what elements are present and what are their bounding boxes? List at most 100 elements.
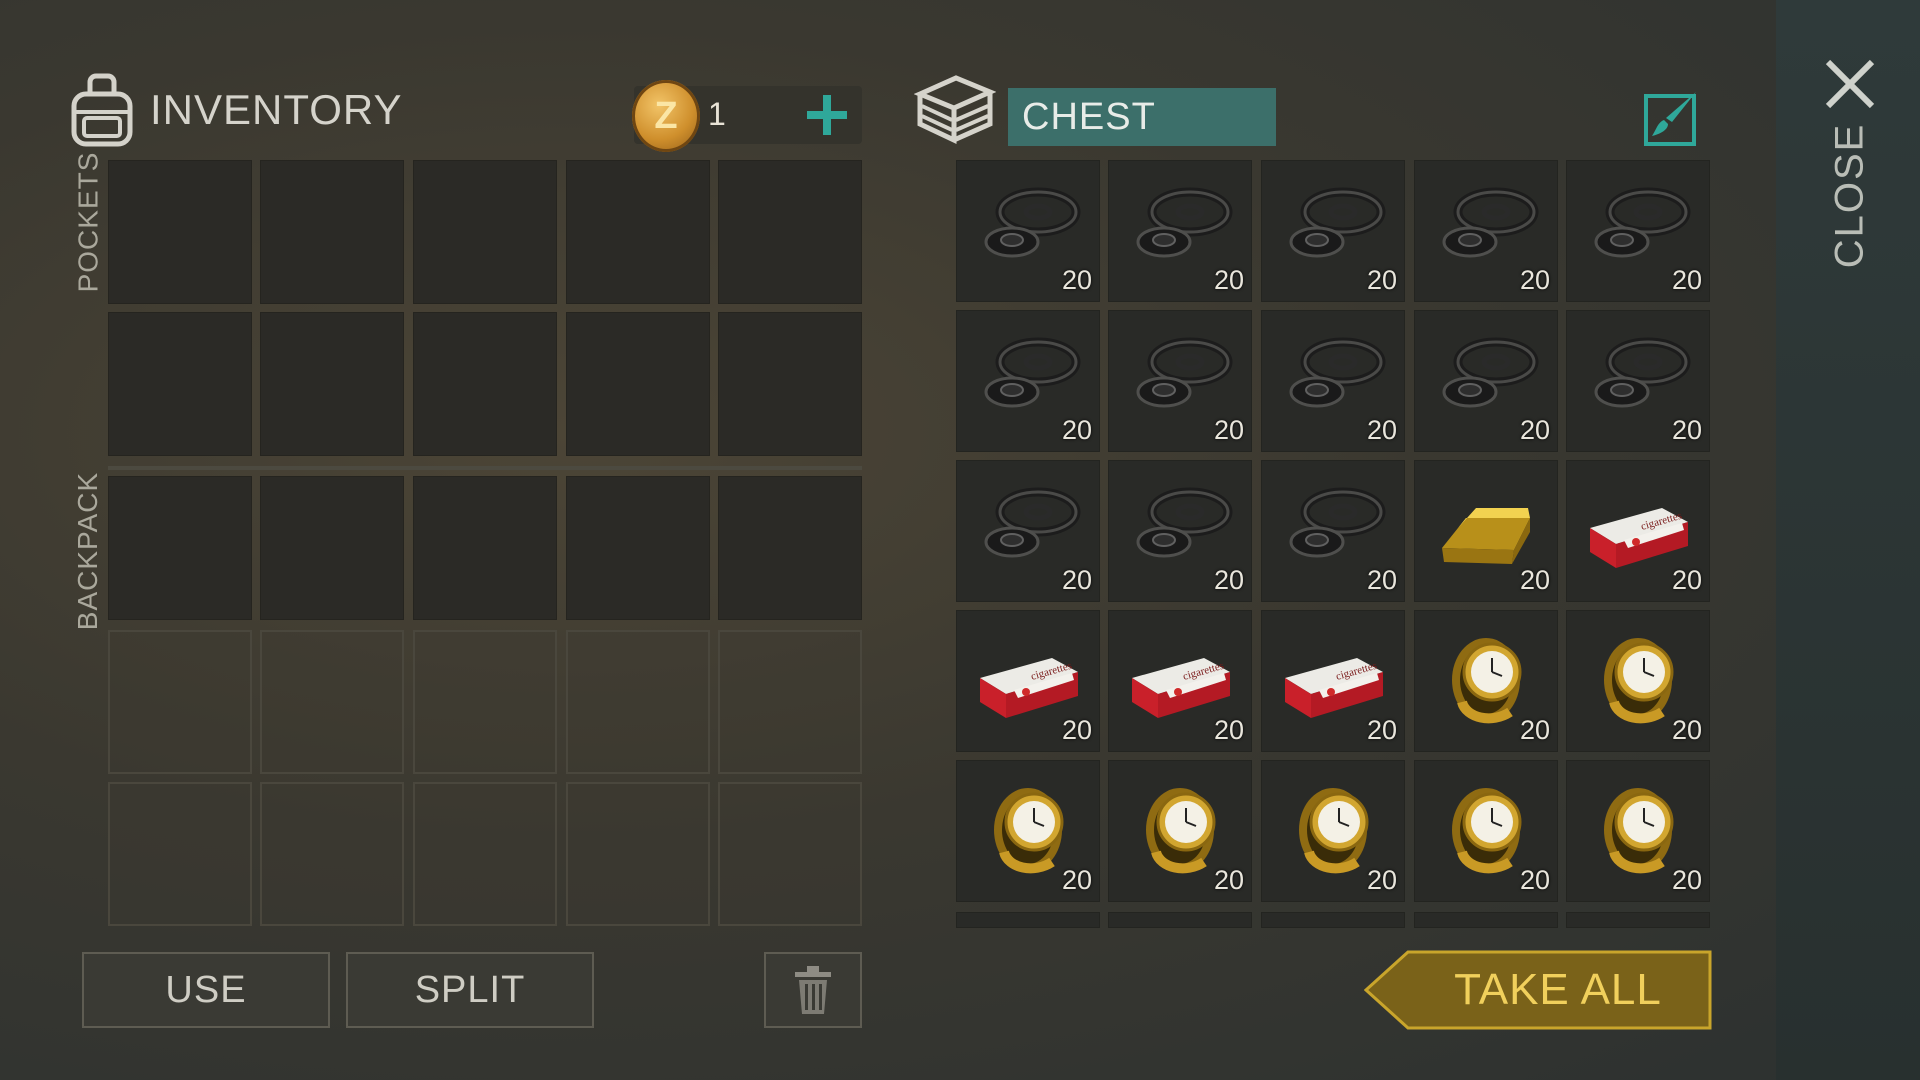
chest-slot[interactable]: 20 [1108, 760, 1252, 902]
pocket-slot[interactable] [108, 312, 252, 456]
tire-icon [974, 178, 1082, 278]
chest-slot[interactable]: 20 [1414, 310, 1558, 452]
gold-watch-icon [1584, 628, 1692, 728]
use-button[interactable]: USE [82, 952, 330, 1028]
gold-watch-icon [974, 778, 1082, 878]
split-button[interactable]: SPLIT [346, 952, 594, 1028]
item-quantity: 20 [1061, 565, 1092, 595]
chest-name-field[interactable]: CHEST [1008, 88, 1276, 146]
chest-slot[interactable]: 20 [1108, 310, 1252, 452]
pocket-slot[interactable] [718, 160, 862, 304]
brush-edit-icon[interactable] [1642, 88, 1702, 148]
chest-slot[interactable]: 20 [1261, 760, 1405, 902]
item-quantity: 20 [1366, 865, 1397, 895]
chest-slot[interactable]: 20 [1566, 310, 1710, 452]
item-quantity: 20 [1519, 415, 1550, 445]
tire-icon [1279, 328, 1387, 428]
item-quantity: 20 [1671, 715, 1702, 745]
tire-icon [1279, 478, 1387, 578]
inventory-title: INVENTORY [150, 86, 403, 133]
pocket-slot[interactable] [718, 312, 862, 456]
cigarettes-icon: cigarettes [1279, 628, 1387, 728]
item-quantity: 20 [1671, 265, 1702, 295]
chest-slot[interactable]: 20 [1261, 460, 1405, 602]
chest-slot[interactable]: 20 [956, 160, 1100, 302]
tire-icon [1126, 328, 1234, 428]
chest-slot-partial [1261, 912, 1405, 928]
pockets-label: POCKETS [72, 151, 103, 293]
gold-watch-icon [1279, 778, 1387, 878]
item-quantity: 20 [1061, 415, 1092, 445]
tire-icon [974, 478, 1082, 578]
backpack-slot[interactable] [566, 476, 710, 620]
split-button-label: SPLIT [414, 968, 526, 1011]
locked-slot [718, 630, 862, 774]
item-quantity: 20 [1671, 565, 1702, 595]
tire-icon [1432, 328, 1540, 428]
chest-icon [914, 75, 996, 144]
pocket-slot[interactable] [108, 160, 252, 304]
tire-icon [1126, 178, 1234, 278]
locked-slot [566, 630, 710, 774]
item-quantity: 20 [1213, 415, 1244, 445]
item-quantity: 20 [1366, 265, 1397, 295]
chest-slot[interactable]: 20 [1414, 760, 1558, 902]
coin-letter: Z [654, 94, 678, 137]
gold-watch-icon [1432, 628, 1540, 728]
tire-icon [1126, 478, 1234, 578]
chest-slot[interactable]: 20 [1566, 760, 1710, 902]
chest-slot-partial [1566, 912, 1710, 928]
chest-slot[interactable]: cigarettes 20 [1261, 610, 1405, 752]
close-button[interactable]: CLOSE [1812, 122, 1888, 268]
locked-slot [413, 782, 557, 926]
cigarettes-icon: cigarettes [974, 628, 1082, 728]
locked-slot [260, 782, 404, 926]
delete-button[interactable] [764, 952, 862, 1028]
coin-icon: Z [632, 80, 700, 152]
plus-icon[interactable] [800, 88, 854, 142]
gold-watch-icon [1126, 778, 1234, 878]
pocket-slot[interactable] [566, 160, 710, 304]
use-button-label: USE [165, 968, 247, 1011]
chest-slot[interactable]: 20 [1108, 460, 1252, 602]
pocket-slot[interactable] [413, 160, 557, 304]
close-label: CLOSE [1827, 122, 1872, 268]
item-quantity: 20 [1671, 415, 1702, 445]
item-quantity: 20 [1213, 265, 1244, 295]
chest-slot[interactable]: 20 [956, 460, 1100, 602]
tire-icon [1584, 178, 1692, 278]
chest-slot[interactable]: 20 [1414, 160, 1558, 302]
locked-slot [108, 782, 252, 926]
chest-slot[interactable]: 20 [1261, 310, 1405, 452]
chest-slot[interactable]: cigarettes 20 [1108, 610, 1252, 752]
item-quantity: 20 [1366, 565, 1397, 595]
chest-slot[interactable]: 20 [956, 310, 1100, 452]
chest-slot[interactable]: 20 [1414, 460, 1558, 602]
close-icon[interactable] [1820, 54, 1880, 114]
cigarettes-icon: cigarettes [1584, 478, 1692, 578]
section-divider [108, 466, 862, 470]
item-quantity: 20 [1366, 415, 1397, 445]
chest-slot[interactable]: 20 [1108, 160, 1252, 302]
backpack-slot[interactable] [260, 476, 404, 620]
chest-slot[interactable]: cigarettes 20 [1566, 460, 1710, 602]
chest-slot[interactable]: 20 [1566, 610, 1710, 752]
backpack-slot[interactable] [718, 476, 862, 620]
backpack-slot[interactable] [108, 476, 252, 620]
chest-slot[interactable]: 20 [1566, 160, 1710, 302]
pocket-slot[interactable] [566, 312, 710, 456]
backpack-icon [71, 73, 133, 147]
pocket-slot[interactable] [260, 160, 404, 304]
backpack-slot[interactable] [413, 476, 557, 620]
chest-slot[interactable]: 20 [956, 760, 1100, 902]
pocket-slot[interactable] [260, 312, 404, 456]
locked-slot [413, 630, 557, 774]
chest-slot[interactable]: 20 [1414, 610, 1558, 752]
chest-slot-partial [1414, 912, 1558, 928]
chest-slot[interactable]: 20 [1261, 160, 1405, 302]
item-quantity: 20 [1061, 865, 1092, 895]
pocket-slot[interactable] [413, 312, 557, 456]
chest-slot[interactable]: cigarettes 20 [956, 610, 1100, 752]
locked-slot [718, 782, 862, 926]
chest-slot-partial [1108, 912, 1252, 928]
